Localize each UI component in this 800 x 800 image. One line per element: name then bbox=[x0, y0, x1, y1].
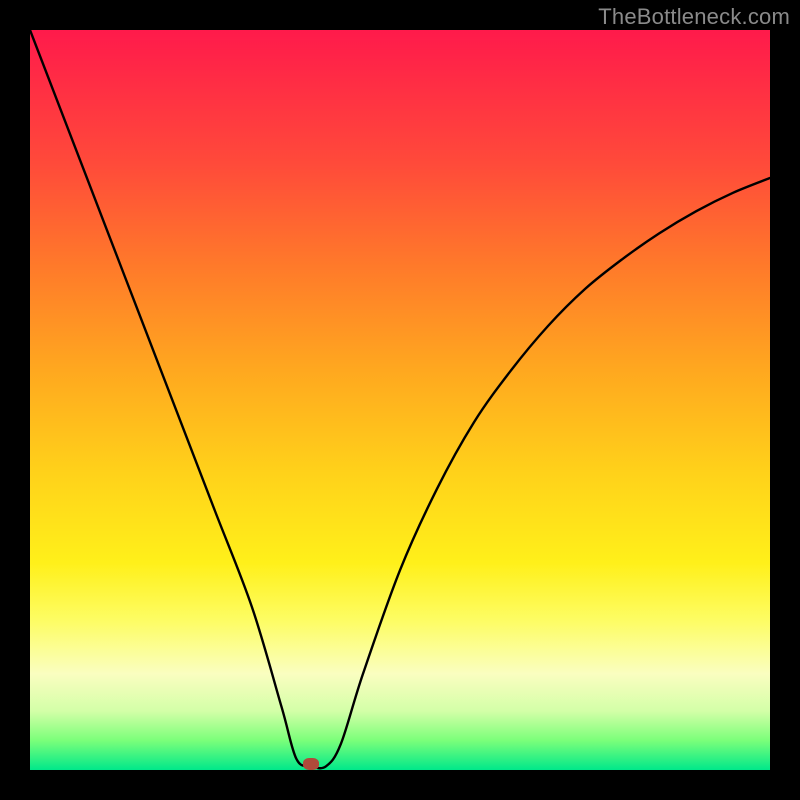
outer-black-frame: TheBottleneck.com bbox=[0, 0, 800, 800]
bottleneck-curve bbox=[30, 30, 770, 770]
plot-area bbox=[30, 30, 770, 770]
watermark-text: TheBottleneck.com bbox=[598, 4, 790, 30]
optimum-marker bbox=[303, 758, 319, 770]
